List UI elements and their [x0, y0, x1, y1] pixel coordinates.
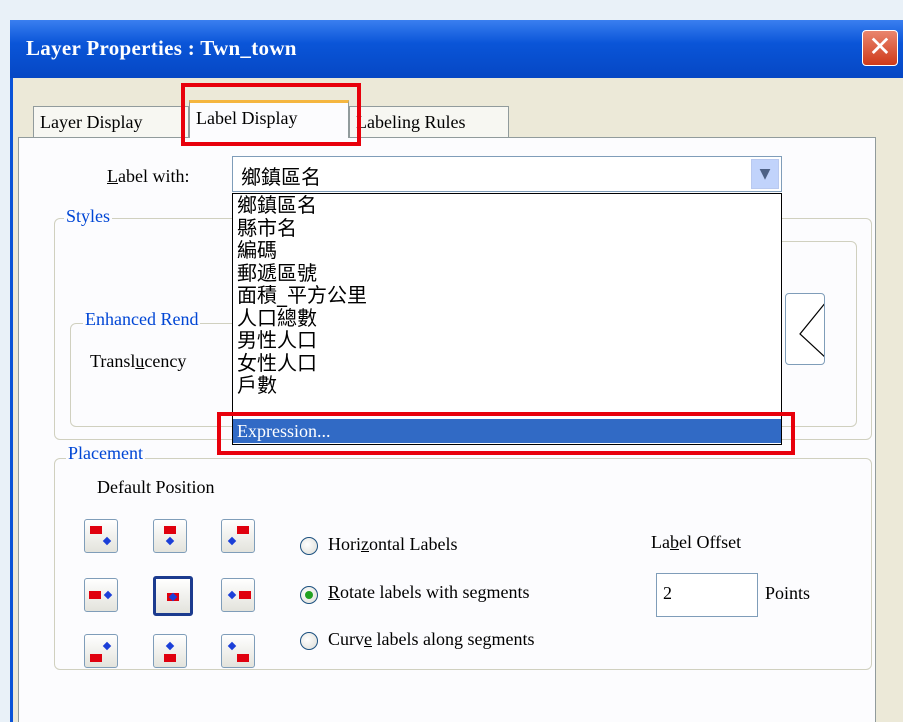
dropdown-option[interactable]: 縣市名	[233, 217, 781, 240]
title-bar[interactable]: Layer Properties : Twn_town ✕	[10, 20, 903, 78]
position-top-center-button[interactable]	[153, 519, 187, 553]
horizontal-labels-label: Horizontal Labels	[328, 534, 458, 554]
dropdown-option[interactable]: 女性人口	[233, 352, 781, 375]
tab-label: Layer Display	[40, 112, 143, 132]
radio-checked-dot	[305, 591, 313, 599]
placement-legend: Placement	[66, 443, 145, 464]
dropdown-option[interactable]: 郵遞區號	[233, 262, 781, 285]
enhanced-rendering-group	[70, 323, 238, 427]
style-preview	[785, 293, 825, 365]
dropdown-option[interactable]: 戶數	[233, 374, 781, 397]
dropdown-option[interactable]: 鄉鎮區名	[233, 194, 781, 217]
position-middle-left-button[interactable]	[84, 578, 118, 612]
label-with-dropdown[interactable]: 鄉鎮區名 縣市名 編碼 郵遞區號 面積_平方公里 人口總數 男性人口 女性人口 …	[232, 193, 782, 445]
label-offset-input[interactable]: 2	[656, 573, 758, 617]
highlight-label-display-tab	[181, 83, 361, 146]
dropdown-option[interactable]: 面積_平方公里	[233, 284, 781, 307]
offset-unit-label: Points	[765, 583, 811, 603]
enhanced-rendering-legend: Enhanced Rend	[83, 309, 201, 330]
chevron-down-icon[interactable]: ▼	[751, 159, 779, 189]
label-with-label: Label with:	[107, 166, 190, 186]
close-icon[interactable]: ✕	[862, 30, 898, 66]
rotate-labels-radio[interactable]	[300, 586, 318, 604]
dropdown-option[interactable]: 人口總數	[233, 307, 781, 330]
line-preview-icon	[799, 303, 824, 357]
curve-labels-label: Curve labels along segments	[328, 629, 535, 649]
styles-legend: Styles	[64, 206, 113, 227]
tab-label: Labeling Rules	[356, 112, 466, 132]
curve-labels-radio[interactable]	[300, 632, 318, 650]
dropdown-option[interactable]: 編碼	[233, 239, 781, 262]
highlight-expression-option	[217, 412, 795, 455]
position-center-button[interactable]	[153, 576, 193, 616]
horizontal-labels-radio[interactable]	[300, 537, 318, 555]
dropdown-option[interactable]: 男性人口	[233, 329, 781, 352]
label-with-value: 鄉鎮區名	[241, 165, 321, 189]
position-middle-right-button[interactable]	[221, 578, 255, 612]
position-bottom-right-button[interactable]	[221, 634, 255, 668]
position-bottom-left-button[interactable]	[84, 634, 118, 668]
label-with-select[interactable]: 鄉鎮區名 ▼	[232, 156, 782, 192]
tab-labeling-rules[interactable]: Labeling Rules	[349, 106, 509, 137]
position-top-right-button[interactable]	[221, 519, 255, 553]
translucency-label: Translucency	[90, 351, 187, 371]
tab-layer-display[interactable]: Layer Display	[33, 106, 189, 137]
position-top-left-button[interactable]	[84, 519, 118, 553]
window-title: Layer Properties : Twn_town	[26, 36, 297, 60]
rotate-labels-label: Rotate labels with segments	[328, 582, 530, 602]
default-position-label: Default Position	[97, 477, 215, 497]
position-bottom-center-button[interactable]	[153, 634, 187, 668]
label-offset-label: Label Offset	[651, 532, 742, 552]
